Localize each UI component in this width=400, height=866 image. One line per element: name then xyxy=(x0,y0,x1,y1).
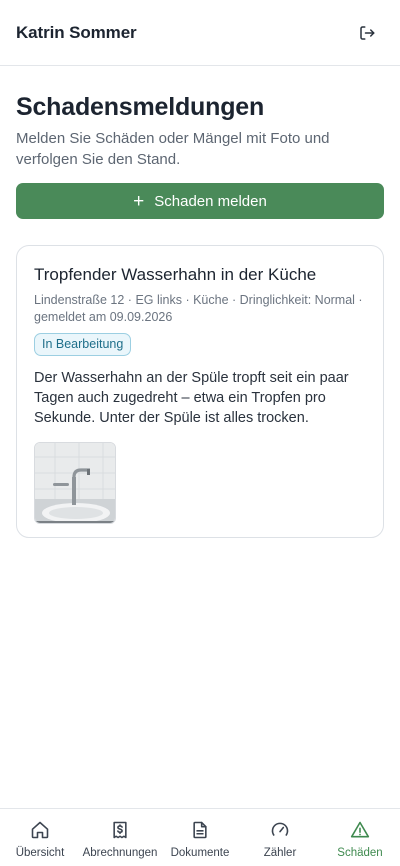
user-name: Katrin Sommer xyxy=(16,22,137,42)
report-photo-thumbnail[interactable] xyxy=(34,442,116,524)
logout-icon xyxy=(360,25,375,40)
home-icon xyxy=(29,819,51,841)
nav-item-abrechnungen[interactable]: Abrechnungen xyxy=(80,809,160,866)
nav-item-zaehler[interactable]: Zähler xyxy=(240,809,320,866)
nav-item-uebersicht[interactable]: Übersicht xyxy=(0,809,80,866)
logout-button[interactable] xyxy=(350,16,384,50)
nav-label: Übersicht xyxy=(15,847,65,859)
report-meta: Lindenstraße 12 · EG links · Küche · Dri… xyxy=(34,293,363,324)
nav-label: Abrechnungen xyxy=(82,847,158,859)
status-badge: In Bearbeitung xyxy=(34,333,132,356)
top-bar: Katrin Sommer xyxy=(0,0,400,66)
receipt-icon xyxy=(109,819,131,841)
damage-report-card[interactable]: Tropfender Wasserhahn in der Küche Linde… xyxy=(16,245,384,538)
nav-label: Zähler xyxy=(263,847,297,859)
report-damage-label: Schaden melden xyxy=(154,192,267,210)
warning-icon xyxy=(349,819,371,841)
main-content: Schadensmeldungen Melden Sie Schäden ode… xyxy=(16,90,384,538)
gauge-icon xyxy=(269,819,291,841)
report-title: Tropfender Wasserhahn in der Küche xyxy=(34,265,317,284)
page-subtitle: Melden Sie Schäden oder Mängel mit Foto … xyxy=(16,130,330,168)
report-damage-button[interactable]: + Schaden melden xyxy=(16,183,384,219)
nav-item-schaeden[interactable]: Schäden xyxy=(320,809,400,866)
bottom-navigation: Übersicht Abrechnungen Dokumente Zähler … xyxy=(0,808,400,866)
nav-item-dokumente[interactable]: Dokumente xyxy=(160,809,240,866)
page-title: Schadensmeldungen xyxy=(16,93,265,121)
nav-label: Schäden xyxy=(337,847,383,859)
plus-icon: + xyxy=(133,190,145,212)
document-icon xyxy=(189,819,211,841)
nav-label: Dokumente xyxy=(170,847,230,859)
report-description: Der Wasserhahn an der Spüle tropft seit … xyxy=(34,370,349,426)
